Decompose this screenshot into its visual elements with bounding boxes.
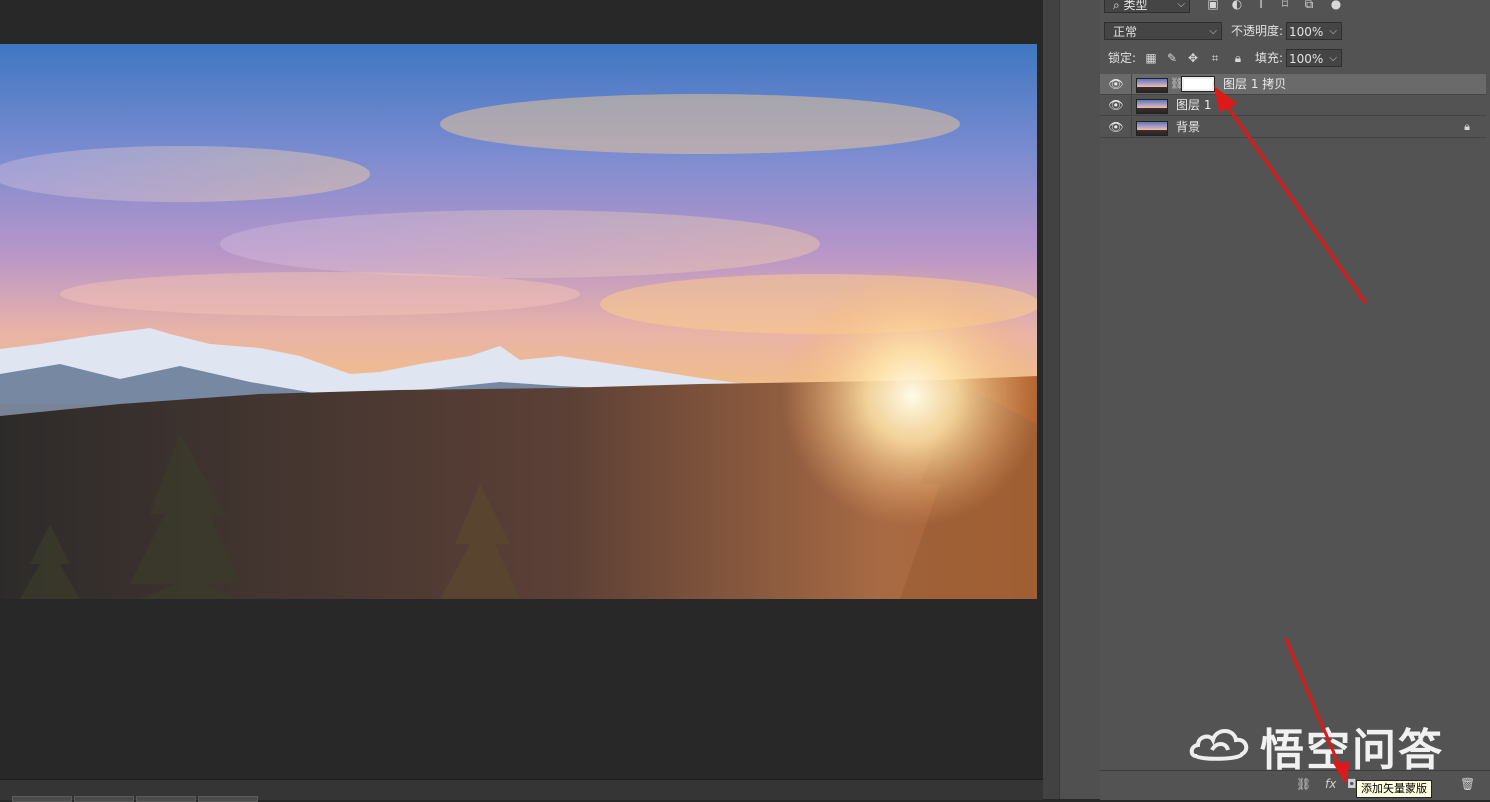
layer-thumbnail[interactable] bbox=[1136, 99, 1168, 114]
vertical-scrollbar[interactable] bbox=[1043, 0, 1059, 799]
blend-mode-dropdown[interactable]: 正常 ⌵ bbox=[1104, 22, 1222, 40]
layer-row[interactable]: 👁︎ 背景 🔒︎ bbox=[1100, 117, 1486, 138]
doc-tab-stub[interactable] bbox=[198, 796, 258, 802]
row-divider bbox=[1131, 74, 1132, 95]
fill-value: 100% bbox=[1289, 52, 1324, 66]
fill-input[interactable]: 100% ⌵ bbox=[1286, 49, 1342, 67]
chevron-down-icon: ⌵ bbox=[1329, 53, 1337, 64]
chevron-down-icon: ⌵ bbox=[1329, 26, 1337, 37]
doc-tab-stub[interactable] bbox=[74, 796, 134, 802]
lock-image-pixels-icon[interactable]: ✎ bbox=[1164, 50, 1180, 66]
opacity-input[interactable]: 100% ⌵ bbox=[1286, 22, 1342, 40]
watermark-text: 悟空问答 bbox=[1260, 725, 1444, 776]
layer-thumbnail[interactable] bbox=[1136, 78, 1168, 93]
lock-fill-row: 锁定: ▦ ✎ ✥ ⌗ 🔒︎ 填充: 100% ⌵ bbox=[1100, 46, 1490, 70]
layer-row[interactable]: 👁︎ 图层 1 bbox=[1100, 95, 1486, 116]
sunset-mountain-photo[interactable] bbox=[0, 44, 1037, 599]
blend-mode-value: 正常 bbox=[1113, 25, 1138, 39]
layer-filter-label: 类型 bbox=[1123, 0, 1148, 12]
layer-filter-row: ⌕ 类型 ⌵ ▣ ◐ T ⌑ ⧉ ● bbox=[1100, 0, 1490, 16]
layer-name[interactable]: 图层 1 拷贝 bbox=[1223, 77, 1286, 92]
layer-mask-thumbnail[interactable] bbox=[1181, 76, 1215, 92]
row-divider bbox=[1131, 95, 1132, 116]
doc-tab-stub[interactable] bbox=[12, 796, 72, 802]
watermark: 悟空问答 bbox=[1188, 710, 1478, 780]
opacity-value: 100% bbox=[1289, 25, 1324, 39]
filter-toggle-icon[interactable]: ● bbox=[1328, 0, 1344, 12]
opacity-label: 不透明度: bbox=[1231, 24, 1284, 38]
lock-transparent-pixels-icon[interactable]: ▦ bbox=[1143, 50, 1159, 66]
adjustment-layer-filter-icon[interactable]: ◐ bbox=[1229, 0, 1245, 12]
layer-filter-dropdown[interactable]: ⌕ 类型 ⌵ bbox=[1104, 0, 1190, 13]
chevron-down-icon: ⌵ bbox=[1209, 26, 1217, 37]
lock-label: 锁定: bbox=[1108, 51, 1137, 65]
eye-icon[interactable]: 👁︎ bbox=[1108, 98, 1124, 112]
layer-name[interactable]: 图层 1 bbox=[1176, 98, 1211, 113]
layer-row[interactable]: 👁︎ ⛓ 图层 1 拷贝 bbox=[1100, 74, 1486, 95]
eye-icon[interactable]: 👁︎ bbox=[1108, 120, 1124, 134]
blend-opacity-row: 正常 ⌵ 不透明度: 100% ⌵ bbox=[1100, 19, 1490, 43]
panel-dock-divider bbox=[1059, 0, 1101, 799]
smart-object-filter-icon[interactable]: ⧉ bbox=[1301, 0, 1317, 12]
chevron-down-icon: ⌵ bbox=[1177, 0, 1185, 10]
row-divider bbox=[1131, 117, 1132, 138]
horizontal-scrollbar[interactable] bbox=[0, 779, 1043, 802]
layer-name[interactable]: 背景 bbox=[1176, 120, 1200, 135]
type-layer-filter-icon[interactable]: T bbox=[1253, 0, 1269, 12]
document-canvas-area[interactable] bbox=[0, 0, 1043, 779]
lock-position-icon[interactable]: ✥ bbox=[1185, 50, 1201, 66]
shape-layer-filter-icon[interactable]: ⌑ bbox=[1277, 0, 1293, 12]
pixel-layer-filter-icon[interactable]: ▣ bbox=[1205, 0, 1221, 12]
eye-icon[interactable]: 👁︎ bbox=[1108, 77, 1124, 91]
photo-scene bbox=[0, 94, 1037, 599]
lock-all-icon[interactable]: 🔒︎ bbox=[1230, 50, 1246, 66]
layers-panel: ⌕ 类型 ⌵ ▣ ◐ T ⌑ ⧉ ● 正常 ⌵ 不透明度: 100% ⌵ 锁定:… bbox=[1100, 0, 1490, 800]
search-icon: ⌕ bbox=[1113, 0, 1124, 12]
lock-icon: 🔒︎ bbox=[1464, 120, 1470, 133]
lock-artboard-icon[interactable]: ⌗ bbox=[1207, 50, 1223, 66]
add-vector-mask-tooltip: 添加矢量蒙版 bbox=[1356, 780, 1432, 798]
layer-thumbnail[interactable] bbox=[1136, 121, 1168, 136]
fill-label: 填充: bbox=[1255, 51, 1284, 65]
cloud-logo-icon bbox=[1189, 729, 1249, 761]
doc-tab-stub[interactable] bbox=[136, 796, 196, 802]
